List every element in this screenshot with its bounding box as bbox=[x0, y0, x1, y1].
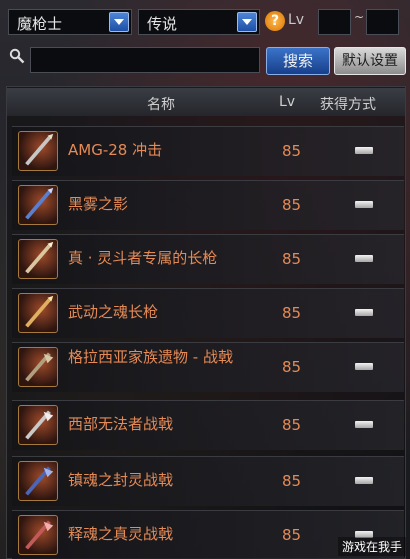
search-icon bbox=[9, 48, 25, 64]
item-level: 85 bbox=[282, 472, 302, 490]
acquire-method-dash bbox=[355, 363, 373, 370]
item-name: 镇魂之封灵战戟 bbox=[68, 471, 174, 489]
class-dropdown-arrow-icon[interactable] bbox=[109, 12, 129, 32]
item-level: 85 bbox=[282, 358, 302, 376]
table-row[interactable]: 镇魂之封灵战戟 85 bbox=[12, 456, 404, 506]
item-level: 85 bbox=[282, 416, 302, 434]
watermark: 游戏在我手 bbox=[337, 537, 406, 556]
halberd-item-icon bbox=[18, 515, 58, 555]
rarity-select[interactable]: 传说 bbox=[138, 9, 260, 35]
rarity-dropdown-arrow-icon[interactable] bbox=[237, 12, 257, 32]
item-name: 释魂之真灵战戟 bbox=[68, 525, 174, 543]
search-input[interactable] bbox=[30, 47, 260, 73]
level-max-input[interactable] bbox=[366, 9, 399, 35]
reset-defaults-button[interactable]: 默认设置 bbox=[334, 47, 406, 75]
lance-item-icon bbox=[18, 131, 58, 171]
acquire-method-dash bbox=[355, 255, 373, 262]
table-row[interactable]: 黑雾之影 85 bbox=[12, 180, 404, 230]
column-header-name[interactable]: 名称 bbox=[147, 94, 175, 114]
item-name: 武动之魂长枪 bbox=[68, 303, 159, 321]
lance-item-icon bbox=[18, 293, 58, 333]
item-name: 真 · 灵斗者专属的长枪 bbox=[68, 249, 218, 267]
item-level: 85 bbox=[282, 196, 302, 214]
table-row[interactable]: 真 · 灵斗者专属的长枪 85 bbox=[12, 234, 404, 284]
level-range-separator: ~ bbox=[354, 10, 365, 24]
item-name: AMG-28 冲击 bbox=[68, 141, 163, 159]
table-row[interactable]: 武动之魂长枪 85 bbox=[12, 288, 404, 338]
acquire-method-dash bbox=[355, 477, 373, 484]
lance-item-icon bbox=[18, 185, 58, 225]
item-level: 85 bbox=[282, 304, 302, 322]
level-filter-label: Lv bbox=[288, 12, 305, 28]
table-row[interactable]: 西部无法者战戟 85 bbox=[12, 400, 404, 450]
item-name: 格拉西亚家族遗物 - 战戟 bbox=[68, 348, 233, 366]
column-header-level[interactable]: Lv bbox=[279, 94, 295, 110]
item-level: 85 bbox=[282, 526, 302, 544]
acquire-method-dash bbox=[355, 147, 373, 154]
column-header-method[interactable]: 获得方式 bbox=[320, 94, 376, 114]
halberd-item-icon bbox=[18, 347, 58, 387]
class-select-value: 魔枪士 bbox=[17, 15, 63, 33]
table-header: 名称 Lv 获得方式 bbox=[7, 88, 405, 116]
level-min-input[interactable] bbox=[318, 9, 351, 35]
item-level: 85 bbox=[282, 142, 302, 160]
table-row[interactable]: AMG-28 冲击 85 bbox=[12, 126, 404, 176]
class-select[interactable]: 魔枪士 bbox=[8, 9, 132, 35]
acquire-method-dash bbox=[355, 201, 373, 208]
lance-item-icon bbox=[18, 239, 58, 279]
item-name: 西部无法者战戟 bbox=[68, 415, 174, 433]
rarity-select-value: 传说 bbox=[147, 15, 178, 33]
halberd-item-icon bbox=[18, 405, 58, 445]
search-button[interactable]: 搜索 bbox=[266, 47, 330, 75]
acquire-method-dash bbox=[355, 421, 373, 428]
halberd-item-icon bbox=[18, 461, 58, 501]
item-name: 黑雾之影 bbox=[68, 195, 129, 213]
acquire-method-dash bbox=[355, 309, 373, 316]
item-level: 85 bbox=[282, 250, 302, 268]
table-row[interactable]: 格拉西亚家族遗物 - 战戟 85 bbox=[12, 342, 404, 392]
help-icon[interactable]: ? bbox=[265, 11, 285, 31]
